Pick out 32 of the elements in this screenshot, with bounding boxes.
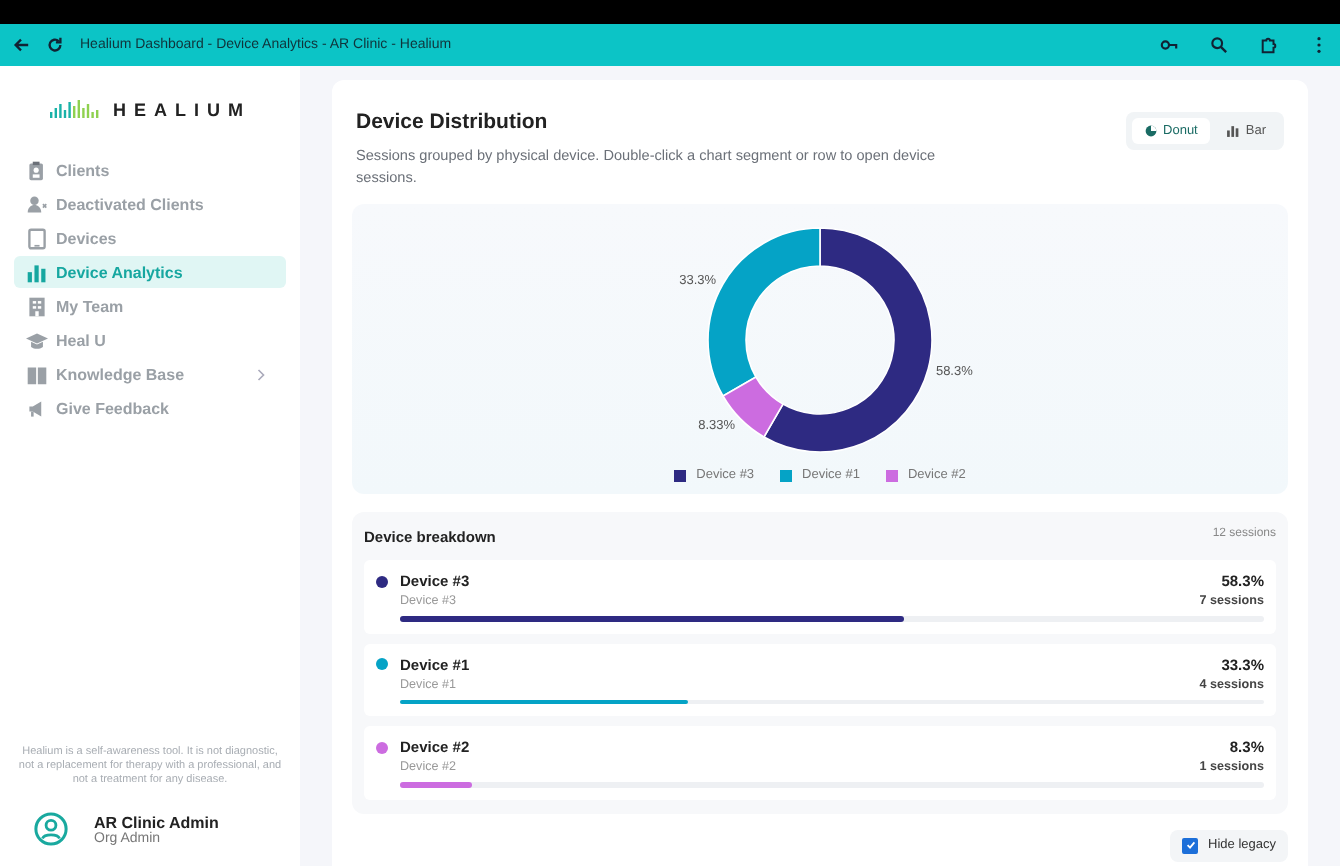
legend-swatch bbox=[885, 469, 898, 482]
graduation-cap-icon bbox=[26, 329, 48, 351]
key-icon[interactable] bbox=[1160, 36, 1178, 54]
nav-item[interactable]: Devices bbox=[14, 222, 286, 254]
bar-chart-icon bbox=[26, 261, 48, 283]
card-title: Device Distribution bbox=[356, 110, 550, 134]
puzzle-icon[interactable] bbox=[1260, 36, 1278, 54]
user-avatar-icon bbox=[34, 812, 68, 846]
nav-item[interactable]: Knowledge Base bbox=[14, 358, 286, 390]
nav-item[interactable]: Device Analytics bbox=[14, 256, 286, 288]
nav-item[interactable]: My Team bbox=[14, 290, 286, 322]
building-icon bbox=[26, 295, 48, 317]
donut-slice[interactable] bbox=[763, 227, 933, 454]
bar-chart-icon bbox=[1225, 124, 1240, 138]
nav-item[interactable]: Deactivated Clients bbox=[14, 188, 286, 220]
nav-item[interactable]: Heal U bbox=[14, 324, 286, 356]
logo-icon bbox=[49, 100, 101, 120]
reload-icon[interactable] bbox=[46, 36, 64, 54]
user-remove-icon bbox=[26, 193, 48, 215]
logo-text: HEALIUM bbox=[113, 100, 251, 120]
book-icon bbox=[26, 363, 48, 385]
nav-item[interactable]: Give Feedback bbox=[14, 392, 286, 424]
nav-item[interactable]: Clients bbox=[14, 154, 286, 186]
zoom-icon[interactable] bbox=[1210, 36, 1228, 54]
checkbox[interactable] bbox=[1182, 837, 1199, 854]
legend-swatch bbox=[674, 469, 687, 482]
tablet-icon bbox=[26, 227, 48, 249]
pie-chart-icon bbox=[1143, 124, 1158, 138]
back-icon[interactable] bbox=[12, 36, 30, 54]
legend-swatch bbox=[780, 469, 793, 482]
clipboard-icon bbox=[26, 159, 48, 181]
user-name: AR Clinic Admin bbox=[94, 813, 219, 831]
